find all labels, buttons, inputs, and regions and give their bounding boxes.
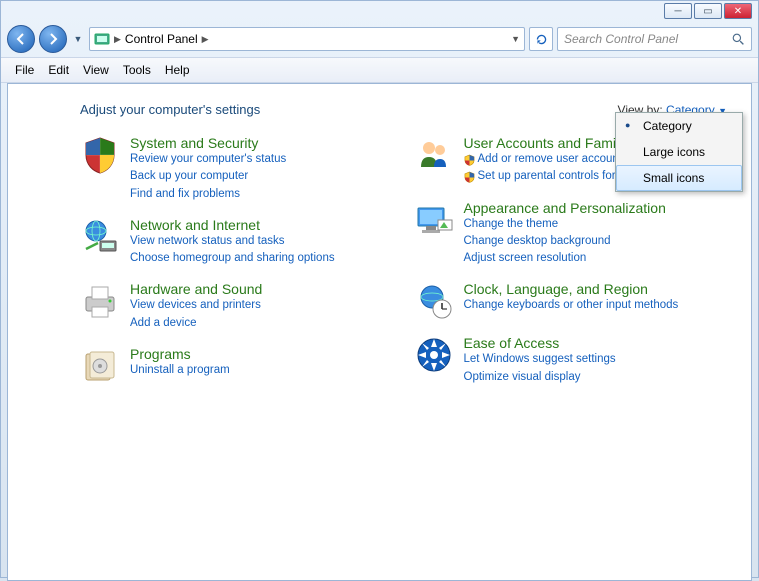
category-icon xyxy=(414,135,454,175)
arrow-left-icon xyxy=(15,33,27,45)
category-title[interactable]: Hardware and Sound xyxy=(130,281,262,297)
category-title[interactable]: Appearance and Personalization xyxy=(464,200,666,216)
category-right-2: Clock, Language, and RegionChange keyboa… xyxy=(414,281,728,321)
category-title[interactable]: Clock, Language, and Region xyxy=(464,281,679,297)
category-right-3: Ease of AccessLet Windows suggest settin… xyxy=(414,335,728,386)
menu-help[interactable]: Help xyxy=(159,61,196,79)
category-icon xyxy=(80,281,120,321)
menu-file[interactable]: File xyxy=(9,61,40,79)
category-icon xyxy=(80,217,120,257)
category-link[interactable]: Back up your computer xyxy=(130,168,286,185)
menu-bar: File Edit View Tools Help xyxy=(1,57,758,83)
uac-shield-icon xyxy=(464,154,475,166)
category-link[interactable]: Change the theme xyxy=(464,216,666,233)
category-link[interactable]: View network status and tasks xyxy=(130,233,335,250)
viewby-option-category[interactable]: Category xyxy=(616,113,742,139)
category-icon xyxy=(80,346,120,386)
category-link[interactable]: Choose homegroup and sharing options xyxy=(130,250,335,267)
category-icon xyxy=(414,281,454,321)
viewby-option-large[interactable]: Large icons xyxy=(616,139,742,165)
category-link[interactable]: Add a device xyxy=(130,315,262,332)
viewby-option-small[interactable]: Small icons xyxy=(616,165,742,191)
close-button[interactable]: ✕ xyxy=(724,3,752,19)
category-link[interactable]: Change keyboards or other input methods xyxy=(464,297,679,314)
category-icon xyxy=(414,335,454,375)
search-icon xyxy=(732,33,745,46)
breadcrumb-separator: ▶ xyxy=(202,34,209,45)
category-link[interactable]: Let Windows suggest settings xyxy=(464,351,616,368)
control-panel-icon xyxy=(94,31,110,47)
category-link[interactable]: View devices and printers xyxy=(130,297,262,314)
maximize-button[interactable]: ▭ xyxy=(694,3,722,19)
forward-button[interactable] xyxy=(39,25,67,53)
view-by-dropdown-menu: Category Large icons Small icons xyxy=(615,112,743,192)
breadcrumb-separator: ▶ xyxy=(114,34,121,45)
content-area: Adjust your computer's settings View by:… xyxy=(7,83,752,581)
menu-edit[interactable]: Edit xyxy=(42,61,75,79)
refresh-icon xyxy=(535,33,548,46)
titlebar: ─ ▭ ✕ xyxy=(1,1,758,21)
control-panel-window: ─ ▭ ✕ ▼ ▶ Control Panel ▶ ▼ xyxy=(0,0,759,578)
category-left-0: System and SecurityReview your computer'… xyxy=(80,135,394,203)
menu-view[interactable]: View xyxy=(77,61,115,79)
category-left-3: ProgramsUninstall a program xyxy=(80,346,394,386)
category-link[interactable]: Optimize visual display xyxy=(464,369,616,386)
category-link[interactable]: Change desktop background xyxy=(464,233,666,250)
refresh-button[interactable] xyxy=(529,27,553,51)
address-dropdown[interactable]: ▼ xyxy=(511,34,520,44)
back-button[interactable] xyxy=(7,25,35,53)
category-link[interactable]: Find and fix problems xyxy=(130,186,286,203)
history-dropdown[interactable]: ▼ xyxy=(71,32,85,46)
category-left-2: Hardware and SoundView devices and print… xyxy=(80,281,394,332)
page-title: Adjust your computer's settings xyxy=(80,102,260,117)
search-placeholder: Search Control Panel xyxy=(564,32,678,46)
category-icon xyxy=(80,135,120,175)
category-icon xyxy=(414,200,454,240)
category-right-1: Appearance and PersonalizationChange the… xyxy=(414,200,728,268)
category-title[interactable]: Programs xyxy=(130,346,230,362)
search-input[interactable]: Search Control Panel xyxy=(557,27,752,51)
category-link[interactable]: Review your computer's status xyxy=(130,151,286,168)
breadcrumb-control-panel[interactable]: Control Panel xyxy=(125,32,198,46)
category-title[interactable]: Network and Internet xyxy=(130,217,335,233)
menu-tools[interactable]: Tools xyxy=(117,61,157,79)
navigation-bar: ▼ ▶ Control Panel ▶ ▼ Search Control Pan… xyxy=(1,21,758,57)
category-title[interactable]: Ease of Access xyxy=(464,335,616,351)
category-link[interactable]: Adjust screen resolution xyxy=(464,250,666,267)
category-link[interactable]: Uninstall a program xyxy=(130,362,230,379)
uac-shield-icon xyxy=(464,171,475,183)
address-bar[interactable]: ▶ Control Panel ▶ ▼ xyxy=(89,27,525,51)
minimize-button[interactable]: ─ xyxy=(664,3,692,19)
category-left-1: Network and InternetView network status … xyxy=(80,217,394,268)
category-title[interactable]: System and Security xyxy=(130,135,286,151)
arrow-right-icon xyxy=(47,33,59,45)
